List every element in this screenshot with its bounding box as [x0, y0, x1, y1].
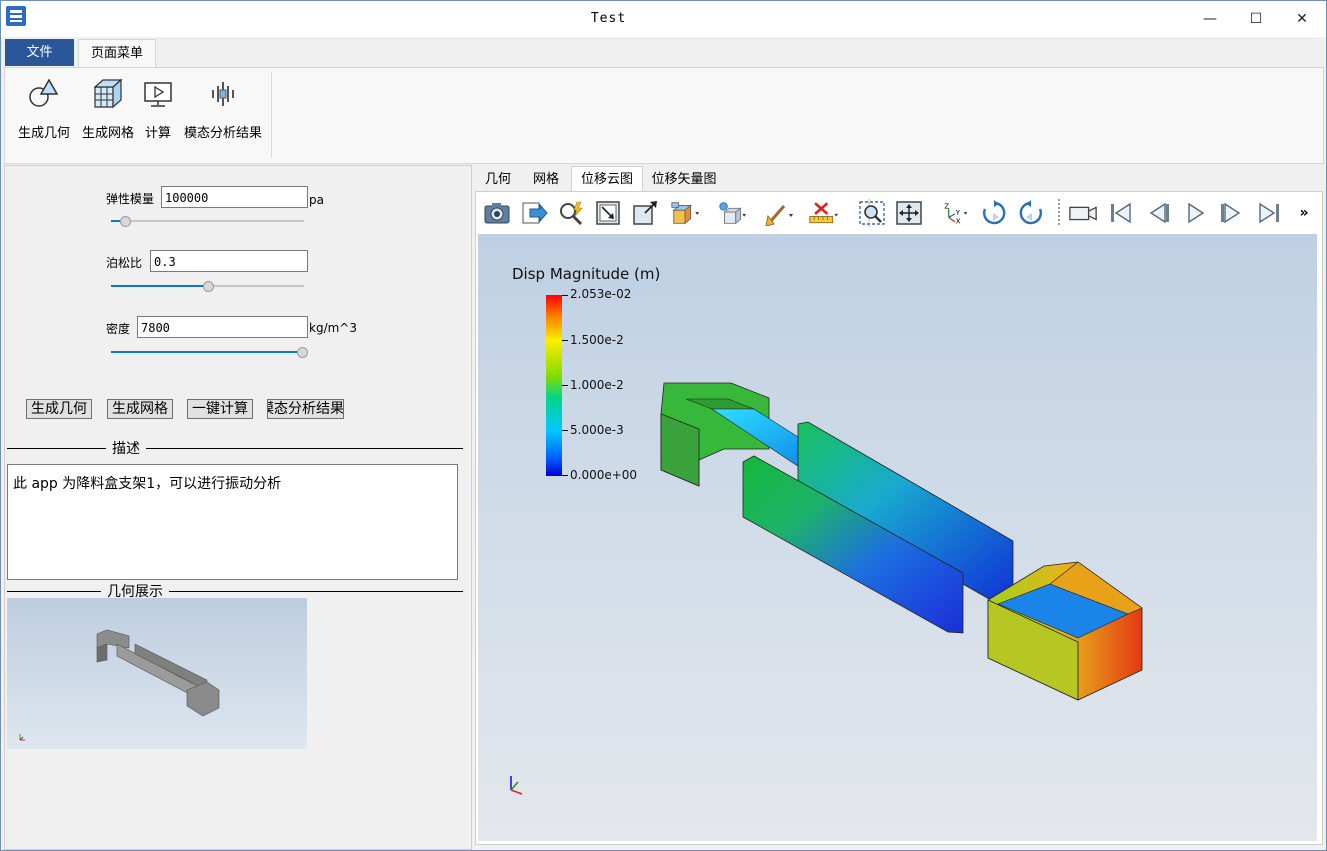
density-slider-handle[interactable] — [297, 347, 308, 358]
elastic-modulus-slider[interactable] — [111, 220, 304, 222]
displacement-contour-model — [510, 382, 1143, 795]
geometry-group-line — [7, 591, 463, 592]
left-panel: 弹性模量 100000 pa 泊松比 0.3 密度 7800 kg/m^3 生成… — [4, 165, 472, 850]
camera-icon[interactable] — [482, 198, 512, 228]
modal-analysis-button[interactable]: 模态分析结果 — [267, 399, 344, 419]
ribbon-panel: 生成几何 生成网格 计算 模态分析结果 — [4, 67, 1324, 164]
mesh-cube-icon — [93, 78, 123, 109]
elastic-modulus-label: 弹性模量 — [106, 192, 155, 206]
geometry-model-image — [96, 629, 220, 717]
tab-displacement-vector[interactable]: 位移矢量图 — [643, 168, 725, 191]
window-title: Test — [590, 11, 627, 26]
density-label: 密度 — [106, 322, 131, 336]
export-icon[interactable] — [519, 198, 549, 228]
elastic-modulus-slider-handle[interactable] — [120, 216, 131, 227]
ribbon-label: 模态分析结果 — [183, 126, 262, 141]
light-icon[interactable] — [717, 198, 747, 228]
poisson-ratio-slider-fill — [111, 285, 208, 287]
geometry-shapes-icon — [29, 78, 59, 107]
rotate-cw-icon[interactable] — [979, 198, 1009, 228]
axes-icon[interactable]: ZYX — [939, 198, 969, 228]
last-frame-icon[interactable] — [1254, 198, 1284, 228]
svg-text:X: X — [956, 217, 961, 226]
poisson-ratio-label: 泊松比 — [106, 256, 143, 270]
viewer-toolbar: ZYX » — [476, 192, 1322, 233]
fit-icon[interactable] — [894, 198, 924, 228]
tab-file[interactable]: 文件 — [5, 39, 74, 66]
minimize-button[interactable]: — — [1187, 5, 1233, 33]
maximize-button[interactable]: ☐ — [1233, 5, 1279, 33]
pick-icon[interactable] — [556, 198, 586, 228]
density-field[interactable]: 7800 — [137, 316, 308, 338]
one-click-compute-button[interactable]: 一键计算 — [187, 399, 253, 419]
box-icon[interactable] — [764, 198, 794, 228]
tab-page-menu[interactable]: 页面菜单 — [78, 39, 156, 68]
ribbon-modal-results[interactable]: 模态分析结果 — [181, 74, 265, 141]
elastic-modulus-unit: pa — [309, 193, 324, 207]
axes-icon — [19, 734, 25, 741]
ribbon-separator — [271, 72, 272, 158]
geometry-preview — [7, 598, 307, 749]
close-button[interactable]: ✕ — [1279, 5, 1325, 33]
more-icon[interactable]: » — [1294, 198, 1314, 228]
density-unit: kg/m^3 — [309, 321, 357, 335]
ribbon-label: 生成几何 — [17, 126, 70, 141]
brush-icon[interactable] — [808, 198, 838, 228]
ribbon-tabs: 文件 页面菜单 — [1, 37, 1326, 68]
play-icon[interactable] — [1180, 198, 1210, 228]
monitor-play-icon — [144, 82, 172, 107]
description-group-line — [7, 448, 463, 449]
video-icon[interactable] — [1068, 198, 1098, 228]
view-tabs: 几何 网格 位移云图 位移矢量图 — [475, 166, 1325, 193]
3d-viewport[interactable]: Disp Magnitude (m) 2.053e-02 1.500e-2 1.… — [478, 234, 1317, 841]
ribbon-compute[interactable]: 计算 — [141, 74, 175, 141]
ribbon-generate-mesh[interactable]: 生成网格 — [77, 74, 139, 141]
poisson-ratio-slider-handle[interactable] — [203, 281, 214, 292]
modal-bars-icon — [212, 82, 234, 106]
prev-frame-icon[interactable] — [1143, 198, 1173, 228]
generate-geometry-button[interactable]: 生成几何 — [26, 399, 92, 419]
description-group-title: 描述 — [106, 438, 146, 458]
viewer-panel: ZYX » Disp Magnitude (m) 2.053e-02 1.500… — [475, 191, 1323, 845]
ribbon-label: 生成网格 — [81, 126, 134, 141]
app-window: Test — ☐ ✕ 文件 页面菜单 生成几何 生成网格 计算 模态分析结果 弹… — [0, 0, 1327, 851]
generate-mesh-button[interactable]: 生成网格 — [107, 399, 173, 419]
zoom-box-icon[interactable] — [593, 198, 623, 228]
elastic-modulus-field[interactable]: 100000 — [161, 186, 308, 208]
svg-text:Y: Y — [955, 208, 961, 217]
poisson-ratio-field[interactable]: 0.3 — [150, 250, 308, 272]
first-frame-icon[interactable] — [1106, 198, 1136, 228]
title-bar: Test — ☐ ✕ — [1, 1, 1326, 37]
tab-displacement-contour[interactable]: 位移云图 — [571, 166, 643, 193]
tab-mesh[interactable]: 网格 — [523, 168, 569, 191]
next-frame-icon[interactable] — [1217, 198, 1247, 228]
ribbon-generate-geometry[interactable]: 生成几何 — [13, 74, 75, 141]
view-cube-icon[interactable] — [670, 198, 700, 228]
density-slider-fill — [111, 351, 302, 353]
description-text: 此 app 为降料盒支架1，可以进行振动分析 — [7, 464, 458, 580]
rotate-ccw-icon[interactable] — [1016, 198, 1046, 228]
ribbon-label: 计算 — [144, 126, 171, 141]
tab-geometry[interactable]: 几何 — [475, 168, 521, 191]
scale-icon[interactable] — [630, 198, 660, 228]
zoom-select-icon[interactable] — [857, 198, 887, 228]
